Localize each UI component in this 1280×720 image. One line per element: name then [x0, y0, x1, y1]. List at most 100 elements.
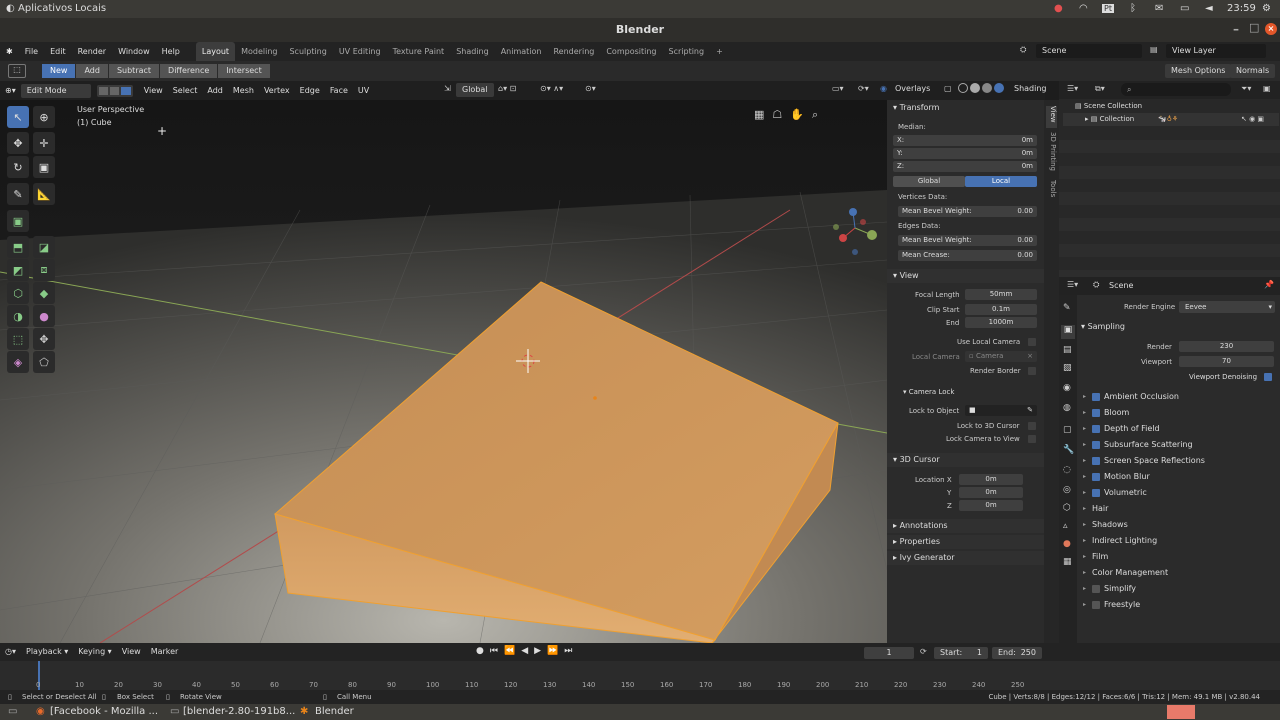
shading-dropdown[interactable]: Shading — [1014, 84, 1047, 93]
show-desktop-icon[interactable]: ▭ — [8, 706, 17, 717]
cursor-tool-icon[interactable]: ⊕ — [33, 106, 55, 128]
depth-of-field-checkbox[interactable] — [1092, 424, 1100, 433]
mode-difference-button[interactable]: Difference — [160, 64, 218, 78]
select-toggle-icon[interactable]: ↖ ◉ ▣ — [1241, 113, 1264, 126]
bluetooth-icon[interactable]: ᛒ — [1130, 3, 1136, 14]
clip-start-field[interactable]: 0.1m — [965, 304, 1037, 315]
scene-collection-item[interactable]: ▤ Scene Collection — [1075, 102, 1142, 110]
editor-type-icon[interactable]: ⊕▾ — [0, 84, 21, 98]
prev-keyframe-icon[interactable]: ⏪ — [504, 646, 515, 656]
power-gear-icon[interactable]: ⚙ — [1262, 3, 1271, 14]
use-local-camera-checkbox[interactable] — [1028, 338, 1036, 346]
menu-edit[interactable]: Edit — [44, 42, 72, 61]
show-gizmo-icon[interactable]: ⟳▾ — [858, 84, 869, 93]
tool-select-icon[interactable]: ⬚ — [8, 64, 26, 78]
playback-menu[interactable]: Playback ▾ — [21, 645, 73, 659]
3d-viewport[interactable]: User Perspective (1) Cube + ▦ ☖ ✋ ⌕ — [0, 100, 887, 643]
material-tab-icon[interactable]: ● — [1063, 539, 1071, 549]
menu-file[interactable]: File — [19, 42, 44, 61]
record-keyframe-icon[interactable]: ● — [476, 646, 484, 656]
edge-select-icon[interactable] — [110, 86, 120, 95]
median-z-field[interactable]: Z: 0m — [893, 161, 1037, 172]
snap-icon[interactable]: ⌂▾ ⊡ — [498, 84, 516, 93]
mode-subtract-button[interactable]: Subtract — [108, 64, 160, 78]
render-engine-dropdown[interactable]: Eevee ▾ — [1179, 301, 1275, 313]
outliner-editor-icon[interactable]: ☰▾ — [1067, 84, 1078, 93]
menu-mesh[interactable]: Mesh — [228, 84, 259, 98]
clock[interactable]: 23:59 — [1227, 3, 1256, 14]
timeline-editor-icon[interactable]: ◷▾ — [0, 645, 21, 659]
shadows-row[interactable]: ▸ Shadows — [1083, 520, 1128, 529]
particles-tab-icon[interactable]: ◌ — [1063, 465, 1071, 475]
normals-dropdown[interactable]: Normals — [1230, 64, 1276, 78]
clip-end-field[interactable]: 1000m — [965, 317, 1037, 328]
modifier-tab-icon[interactable]: 🔧 — [1063, 445, 1074, 455]
viewport-visibility-icon[interactable]: ▭▾ — [832, 84, 844, 93]
freestyle-checkbox[interactable] — [1092, 600, 1100, 609]
mode-new-button[interactable]: New — [42, 64, 76, 78]
current-frame-field[interactable]: 1 — [864, 647, 914, 659]
vertex-select-icon[interactable] — [98, 86, 109, 95]
xray-icon[interactable]: ▢ — [944, 84, 952, 93]
edge-slide-tool-icon[interactable]: ⬚ — [7, 328, 29, 350]
tab-tools[interactable]: Tools — [1046, 180, 1057, 202]
properties-editor-icon[interactable]: ☰▾ — [1067, 280, 1078, 289]
next-keyframe-icon[interactable]: ⏩ — [547, 646, 558, 656]
measure-tool-icon[interactable]: 📐 — [33, 183, 55, 205]
smooth-tool-icon[interactable]: ● — [33, 305, 55, 327]
spin-tool-icon[interactable]: ◑ — [7, 305, 29, 327]
output-tab-icon[interactable]: ▤ — [1063, 345, 1072, 355]
collection-item[interactable]: ▸ ▤ Collection 🐄♁⚘ ↖ ◉ ▣ — [1063, 113, 1279, 126]
indirect-lighting-row[interactable]: ▸ Indirect Lighting — [1083, 536, 1157, 545]
rotate-tool-icon[interactable]: ↻ — [7, 156, 29, 178]
new-collection-icon[interactable]: ▣ — [1263, 84, 1271, 93]
lock-to-cursor-checkbox[interactable] — [1028, 422, 1036, 430]
rip-region-tool-icon[interactable]: ⬠ — [33, 351, 55, 373]
tool-tab-icon[interactable]: ✎ — [1063, 303, 1071, 313]
wireframe-shading-icon[interactable] — [958, 83, 968, 93]
menu-select[interactable]: Select — [168, 84, 203, 98]
keying-menu[interactable]: Keying ▾ — [73, 645, 116, 659]
solid-shading-icon[interactable] — [970, 83, 980, 93]
data-tab-icon[interactable]: ▵ — [1063, 521, 1068, 531]
outliner-search-input[interactable]: ⌕ — [1121, 83, 1231, 96]
simplify-row[interactable]: ▸ Simplify — [1083, 584, 1136, 593]
film-row[interactable]: ▸ Film — [1083, 552, 1108, 561]
scale-tool-icon[interactable]: ▣ — [33, 156, 55, 178]
tab-uv-editing[interactable]: UV Editing — [333, 42, 387, 61]
cursor-location-x-field[interactable]: 0m — [959, 474, 1023, 485]
overlays-icon[interactable]: ◉ — [880, 84, 887, 93]
timeline-view-menu[interactable]: View — [117, 645, 146, 659]
add-cube-tool-icon[interactable]: ▣ — [7, 210, 29, 232]
motion-blur-checkbox[interactable] — [1092, 472, 1100, 481]
lock-camera-to-view-checkbox[interactable] — [1028, 435, 1036, 443]
volume-icon[interactable]: ◄ — [1205, 3, 1213, 14]
tab-view[interactable]: View — [1046, 106, 1057, 128]
workspace-switcher[interactable] — [1167, 705, 1195, 719]
mode-add-button[interactable]: Add — [76, 64, 108, 78]
tab-modeling[interactable]: Modeling — [235, 42, 283, 61]
shrink-fatten-tool-icon[interactable]: ✥ — [33, 328, 55, 350]
taskbar-blender-folder[interactable]: [blender-2.80-191b8... — [183, 706, 295, 717]
color-management-row[interactable]: ▸ Color Management — [1083, 568, 1168, 577]
rendered-shading-icon[interactable] — [994, 83, 1004, 93]
viewport-samples-field[interactable]: 70 — [1179, 356, 1274, 367]
menu-edge[interactable]: Edge — [295, 84, 325, 98]
mode-selector[interactable]: Edit Mode — [20, 83, 91, 98]
grid-view-icon[interactable]: ▦ — [754, 108, 764, 122]
menu-vertex[interactable]: Vertex — [259, 84, 295, 98]
hair-row[interactable]: ▸ Hair — [1083, 504, 1108, 513]
menu-help[interactable]: Help — [156, 42, 186, 61]
gizmo-icon[interactable]: ⊙▾ — [585, 84, 596, 93]
view-layer-tab-icon[interactable]: ▧ — [1063, 363, 1072, 373]
lock-to-object-field[interactable]: ■ ✎ — [965, 405, 1037, 416]
tab-shading[interactable]: Shading — [450, 42, 495, 61]
local-camera-field[interactable]: ▫ Camera × — [965, 351, 1037, 362]
depth-of-field-row[interactable]: ▸ Depth of Field — [1083, 424, 1160, 433]
play-reverse-icon[interactable]: ◀ — [521, 646, 528, 656]
shear-tool-icon[interactable]: ◈ — [7, 351, 29, 373]
view-layer-selector[interactable]: View Layer — [1166, 44, 1266, 58]
volumetric-row[interactable]: ▸ Volumetric — [1083, 488, 1147, 497]
mesh-options-dropdown[interactable]: Mesh Options — [1165, 64, 1232, 78]
keyboard-layout-icon[interactable]: Pt — [1102, 4, 1114, 13]
